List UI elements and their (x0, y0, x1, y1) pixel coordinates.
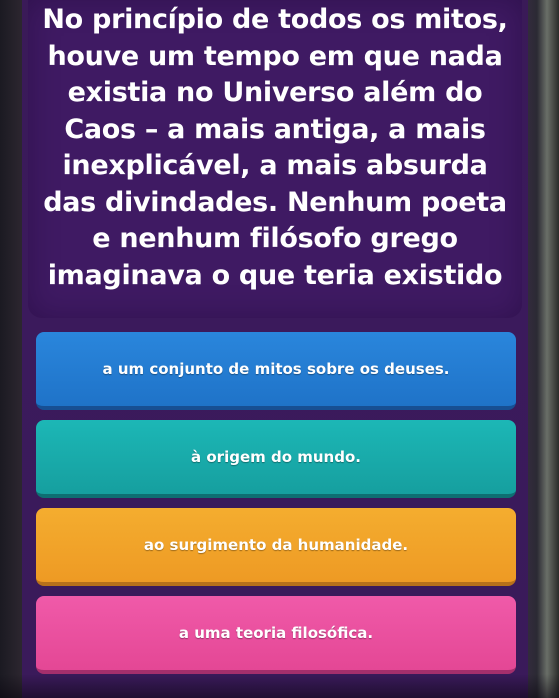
question-line: existia no Universo além do (67, 77, 483, 108)
question-line: imaginava o que teria existido (47, 259, 503, 291)
answer-option-2[interactable]: à origem do mundo. (36, 420, 516, 498)
answer-options: a um conjunto de mitos sobre os deuses. … (22, 326, 528, 698)
quiz-panel: No princípio de todos os mitos, houve um… (22, 0, 528, 698)
question-line: e nenhum filósofo grego (92, 223, 458, 254)
answer-option-1[interactable]: a um conjunto de mitos sobre os deuses. (36, 332, 516, 410)
question-card: No princípio de todos os mitos, houve um… (28, 0, 522, 318)
question-line: No princípio de todos os mitos, (42, 4, 508, 35)
answer-label: à origem do mundo. (191, 448, 361, 466)
answer-label: a uma teoria filosófica. (178, 624, 374, 642)
quiz-screen: No princípio de todos os mitos, houve um… (0, 0, 559, 698)
bottom-shadow (0, 674, 559, 698)
question-line: das divindades. Nenhum poeta (43, 186, 507, 218)
question-line: inexplicável, a mais absurda (62, 150, 488, 181)
answer-option-4[interactable]: a uma teoria filosófica. (36, 596, 516, 674)
question-text: No princípio de todos os mitos, houve um… (28, 2, 522, 294)
answer-option-3[interactable]: ao surgimento da humanidade. (36, 508, 516, 586)
answer-label: a um conjunto de mitos sobre os deuses. (102, 360, 450, 378)
question-line: houve um tempo em que nada (47, 40, 503, 72)
answer-label: ao surgimento da humanidade. (143, 536, 409, 554)
question-line: Caos – a mais antiga, a mais (64, 113, 486, 145)
